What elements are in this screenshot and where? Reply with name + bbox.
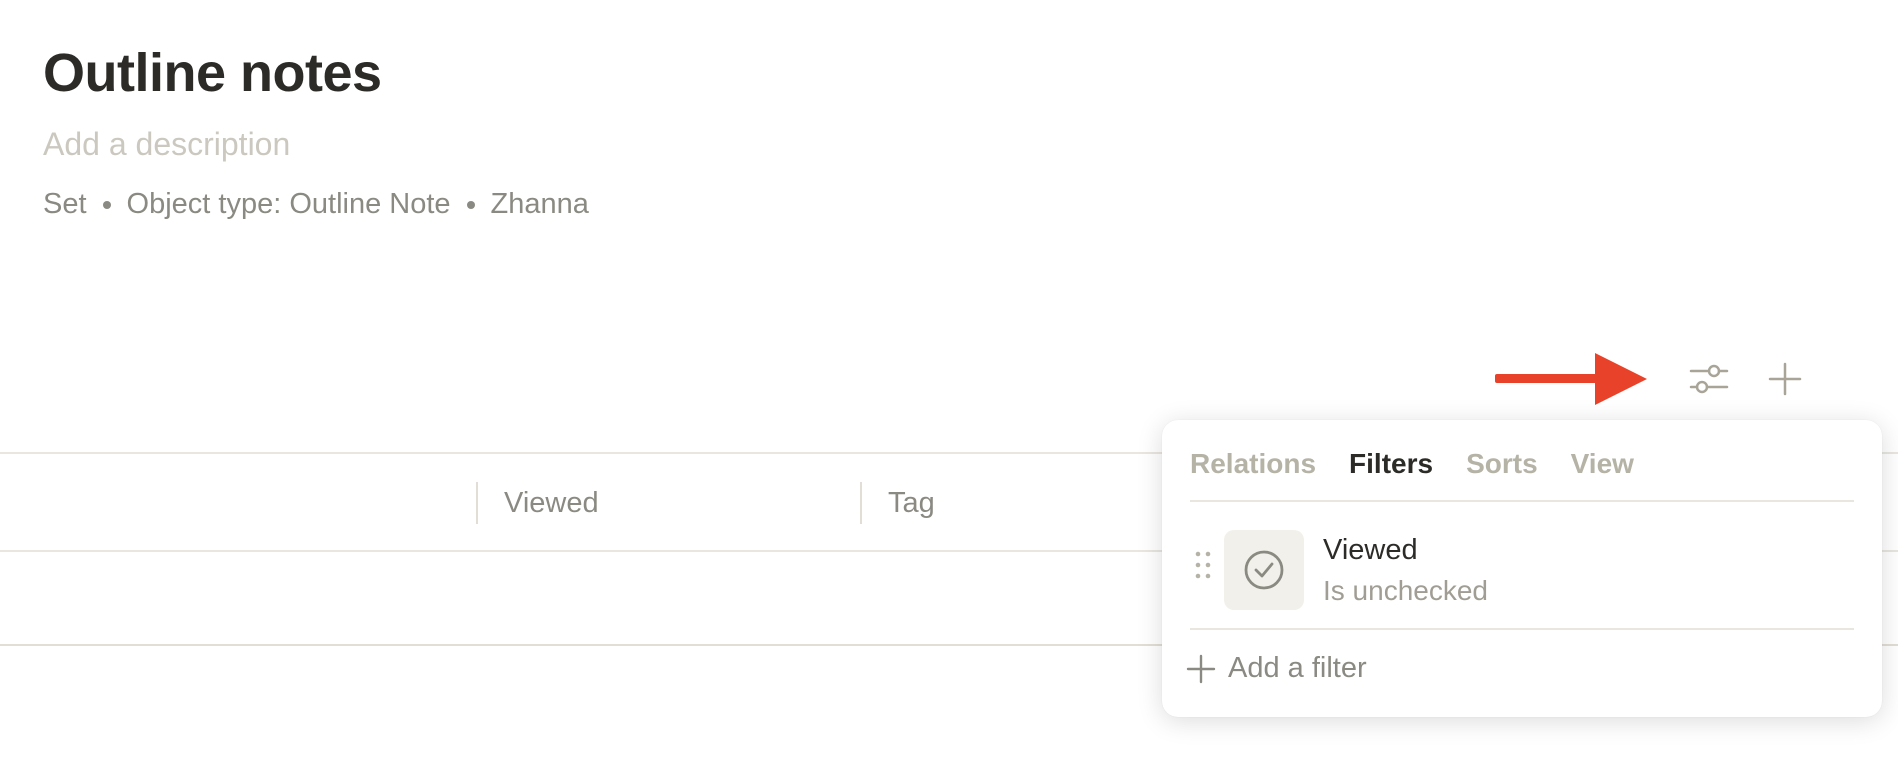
column-header-tag[interactable]: Tag xyxy=(860,482,935,524)
filter-condition: Is unchecked xyxy=(1323,575,1488,606)
plus-icon xyxy=(1186,654,1216,683)
meta-kind: Set xyxy=(43,188,87,220)
meta-author[interactable]: Zhanna xyxy=(491,188,589,221)
annotation-arrow-icon xyxy=(1495,353,1647,405)
tab-sorts[interactable]: Sorts xyxy=(1466,446,1538,500)
sliders-icon xyxy=(1689,364,1729,394)
tab-filters[interactable]: Filters xyxy=(1349,446,1433,500)
filter-relation-icon-box xyxy=(1224,530,1304,610)
page-title[interactable]: Outline notes xyxy=(43,42,382,104)
view-settings-button[interactable] xyxy=(1686,356,1732,402)
set-page: Outline notes Add a description Set Obje… xyxy=(0,0,1898,766)
add-object-button[interactable] xyxy=(1762,356,1808,402)
popup-tabs: Relations Filters Sorts View xyxy=(1190,446,1854,502)
meta-separator xyxy=(102,200,111,209)
tab-view[interactable]: View xyxy=(1571,446,1634,500)
filter-relation-name: Viewed xyxy=(1323,534,1418,566)
meta-separator xyxy=(466,200,475,209)
checkbox-icon xyxy=(1244,550,1284,590)
tab-relations[interactable]: Relations xyxy=(1190,446,1316,500)
view-settings-popup: Relations Filters Sorts View Viewed Is u… xyxy=(1162,420,1882,717)
add-filter-button[interactable]: Add a filter xyxy=(1186,652,1367,685)
drag-handle-icon[interactable] xyxy=(1194,550,1212,580)
meta-object-type[interactable]: Object type: Outline Note xyxy=(127,188,451,221)
meta-line: Set Object type: Outline Note Zhanna xyxy=(43,188,589,221)
add-filter-label: Add a filter xyxy=(1228,652,1367,684)
filter-item[interactable]: Viewed Is unchecked xyxy=(1190,504,1854,630)
column-header-viewed[interactable]: Viewed xyxy=(476,482,599,524)
plus-icon xyxy=(1768,362,1802,396)
description-placeholder[interactable]: Add a description xyxy=(43,126,290,163)
